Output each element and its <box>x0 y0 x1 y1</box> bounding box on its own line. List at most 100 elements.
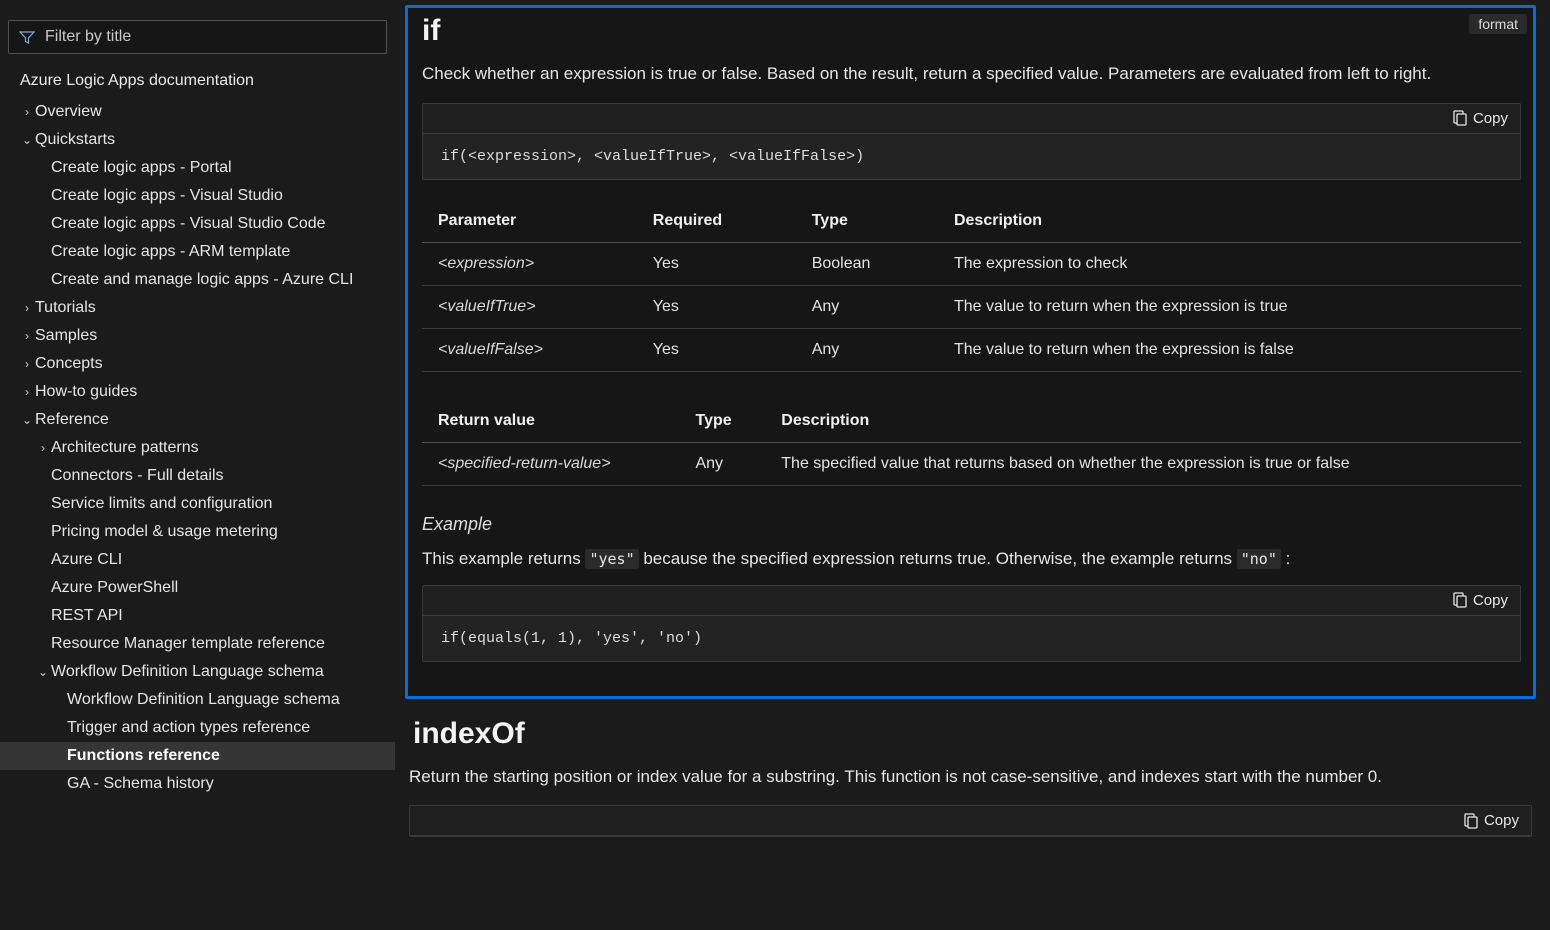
nav-item[interactable]: REST API <box>0 602 395 630</box>
nav-item[interactable]: Resource Manager template reference <box>0 630 395 658</box>
filter-input[interactable] <box>45 28 376 46</box>
sidebar-nav: ›Overview⌄QuickstartsCreate logic apps -… <box>0 98 395 798</box>
inline-code-yes: "yes" <box>585 549 638 569</box>
nav-label: Azure CLI <box>51 552 122 568</box>
sidebar-root-title[interactable]: Azure Logic Apps documentation <box>0 64 395 98</box>
nav-item[interactable]: Connectors - Full details <box>0 462 395 490</box>
nav-item[interactable]: Service limits and configuration <box>0 490 395 518</box>
param-required: Yes <box>637 285 796 328</box>
if-example-code: Copy if(equals(1, 1), 'yes', 'no') <box>422 585 1521 662</box>
nav-item[interactable]: Workflow Definition Language schema <box>0 686 395 714</box>
if-syntax-code: Copy if(<expression>, <valueIfTrue>, <va… <box>422 103 1521 180</box>
nav-label: Connectors - Full details <box>51 468 224 484</box>
nav-label: Create logic apps - Portal <box>51 160 232 176</box>
nav-label: Pricing model & usage metering <box>51 524 278 540</box>
return-desc: The specified value that returns based o… <box>765 442 1521 485</box>
nav-label: Service limits and configuration <box>51 496 272 512</box>
nav-item[interactable]: Functions reference <box>0 742 395 770</box>
nav-item[interactable]: Pricing model & usage metering <box>0 518 395 546</box>
nav-label: Azure PowerShell <box>51 580 178 596</box>
chevron-right-icon: › <box>20 330 34 342</box>
nav-item[interactable]: ⌄Workflow Definition Language schema <box>0 658 395 686</box>
table-row: <specified-return-value>AnyThe specified… <box>422 442 1521 485</box>
chevron-down-icon: ⌄ <box>36 666 50 678</box>
copy-label: Copy <box>1473 592 1508 609</box>
nav-label: Trigger and action types reference <box>67 720 310 736</box>
nav-item[interactable]: Create logic apps - Visual Studio <box>0 182 395 210</box>
indexof-title: indexOf <box>409 717 1532 751</box>
param-required: Yes <box>637 328 796 371</box>
example-text: This example returns "yes" because the s… <box>422 549 1521 569</box>
nav-label: Create logic apps - Visual Studio <box>51 188 283 204</box>
nav-item[interactable]: ›Tutorials <box>0 294 395 322</box>
copy-icon <box>1453 110 1467 126</box>
nav-label: Reference <box>35 412 109 428</box>
nav-item[interactable]: ›Samples <box>0 322 395 350</box>
example-heading: Example <box>422 514 1521 535</box>
param-type: Any <box>796 285 938 328</box>
nav-item[interactable]: Create logic apps - Visual Studio Code <box>0 210 395 238</box>
param-desc: The expression to check <box>938 242 1521 285</box>
nav-item[interactable]: ›How-to guides <box>0 378 395 406</box>
nav-label: Quickstarts <box>35 132 115 148</box>
table-row: <valueIfFalse>YesAnyThe value to return … <box>422 328 1521 371</box>
nav-item[interactable]: Azure CLI <box>0 546 395 574</box>
th-description: Description <box>938 200 1521 243</box>
nav-label: Create logic apps - ARM template <box>51 244 290 260</box>
nav-label: Samples <box>35 328 97 344</box>
copy-icon <box>1464 813 1478 829</box>
indexof-syntax-code: Copy <box>409 805 1532 837</box>
chevron-right-icon: › <box>20 386 34 398</box>
indexof-section: indexOf Return the starting position or … <box>405 717 1536 838</box>
nav-label: Tutorials <box>35 300 96 316</box>
return-name: <specified-return-value> <box>422 442 679 485</box>
filter-icon <box>19 29 35 45</box>
inline-code-no: "no" <box>1237 549 1281 569</box>
nav-item[interactable]: Create and manage logic apps - Azure CLI <box>0 266 395 294</box>
th-required: Required <box>637 200 796 243</box>
copy-button[interactable]: Copy <box>1464 812 1519 829</box>
sidebar: Azure Logic Apps documentation ›Overview… <box>0 0 395 930</box>
nav-item[interactable]: Create logic apps - ARM template <box>0 238 395 266</box>
nav-item[interactable]: ›Overview <box>0 98 395 126</box>
nav-label: Workflow Definition Language schema <box>51 664 324 680</box>
chevron-right-icon: › <box>20 106 34 118</box>
indexof-description: Return the starting position or index va… <box>409 765 1532 790</box>
nav-item[interactable]: ⌄Reference <box>0 406 395 434</box>
nav-label: Functions reference <box>67 748 220 764</box>
nav-item[interactable]: GA - Schema history <box>0 770 395 798</box>
nav-item[interactable]: ›Concepts <box>0 350 395 378</box>
if-title: if <box>422 14 1521 48</box>
chevron-right-icon: › <box>36 442 50 454</box>
return-type: Any <box>679 442 765 485</box>
chevron-right-icon: › <box>20 302 34 314</box>
th-return-value: Return value <box>422 400 679 443</box>
param-name: <valueIfFalse> <box>422 328 637 371</box>
table-row: <valueIfTrue>YesAnyThe value to return w… <box>422 285 1521 328</box>
nav-label: Architecture patterns <box>51 440 199 456</box>
th-return-desc: Description <box>765 400 1521 443</box>
param-name: <valueIfTrue> <box>422 285 637 328</box>
nav-item[interactable]: Azure PowerShell <box>0 574 395 602</box>
param-type: Boolean <box>796 242 938 285</box>
nav-label: Create and manage logic apps - Azure CLI <box>51 272 353 288</box>
filter-box[interactable] <box>8 20 387 54</box>
parameters-table: Parameter Required Type Description <exp… <box>422 200 1521 372</box>
param-desc: The value to return when the expression … <box>938 285 1521 328</box>
param-required: Yes <box>637 242 796 285</box>
copy-label: Copy <box>1484 812 1519 829</box>
copy-button[interactable]: Copy <box>1453 110 1508 127</box>
copy-button[interactable]: Copy <box>1453 592 1508 609</box>
nav-label: How-to guides <box>35 384 137 400</box>
code-text: if(<expression>, <valueIfTrue>, <valueIf… <box>423 134 1520 179</box>
nav-item[interactable]: ⌄Quickstarts <box>0 126 395 154</box>
nav-item[interactable]: Create logic apps - Portal <box>0 154 395 182</box>
nav-item[interactable]: Trigger and action types reference <box>0 714 395 742</box>
return-table: Return value Type Description <specified… <box>422 400 1521 486</box>
nav-label: Resource Manager template reference <box>51 636 325 652</box>
format-tag: format <box>1469 14 1527 34</box>
nav-label: REST API <box>51 608 123 624</box>
param-type: Any <box>796 328 938 371</box>
nav-item[interactable]: ›Architecture patterns <box>0 434 395 462</box>
nav-label: Workflow Definition Language schema <box>67 692 340 708</box>
